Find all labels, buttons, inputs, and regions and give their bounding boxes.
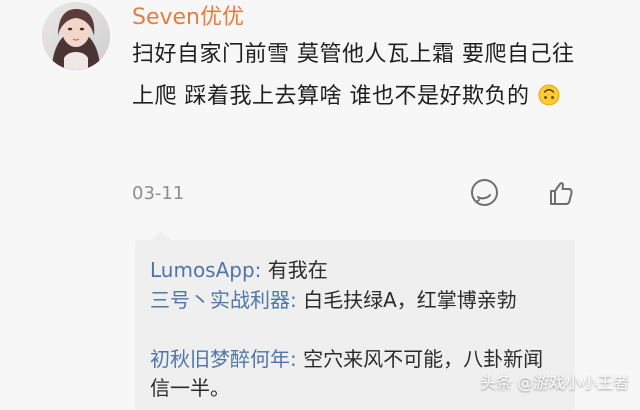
- avatar[interactable]: [42, 2, 110, 70]
- avatar-image: [42, 2, 110, 70]
- username[interactable]: Seven优优: [132, 4, 244, 32]
- watermark: 头条 @游戏小小王者: [480, 373, 630, 392]
- comment-text: 扫好自家门前雪 莫管他人瓦上霜 要爬自己往上爬 踩着我上去算啥 谁也不是好欺负的: [132, 34, 592, 118]
- reply-text: 白毛扶绿A，红掌博亲勃: [296, 288, 517, 312]
- reply-item[interactable]: 三号丶实战利器: 白毛扶绿A，红掌博亲勃: [150, 286, 560, 315]
- upside-down-smile-icon: [538, 79, 560, 106]
- reply-text: 有我在: [261, 258, 328, 282]
- thumbs-up-icon[interactable]: [543, 176, 577, 210]
- comment-icon[interactable]: [468, 176, 502, 210]
- reply-author[interactable]: 三号丶实战利器:: [150, 288, 297, 312]
- comment-date: 03-11: [132, 183, 185, 204]
- reply-item[interactable]: LumosApp: 有我在: [150, 256, 560, 285]
- reply-thread-pointer: [152, 231, 170, 240]
- reply-author[interactable]: 初秋旧梦醉何年:: [150, 347, 297, 371]
- comment-body: 扫好自家门前雪 莫管他人瓦上霜 要爬自己往上爬 踩着我上去算啥 谁也不是好欺负的: [132, 42, 575, 109]
- reply-author[interactable]: LumosApp:: [150, 258, 261, 282]
